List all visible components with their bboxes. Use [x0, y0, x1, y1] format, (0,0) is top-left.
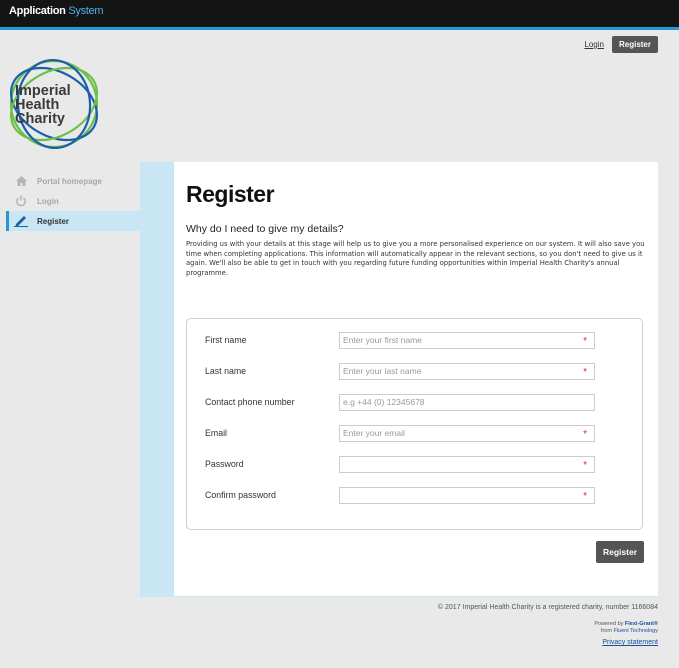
logo-line1: Imperial — [15, 83, 71, 99]
sidebar-item-register[interactable]: Register — [6, 211, 141, 231]
intro-paragraph: Providing us with your details at this s… — [186, 240, 645, 277]
logo-text: Imperial Health Charity — [15, 83, 71, 127]
password-input[interactable]: * — [339, 455, 595, 473]
email-input[interactable]: Enter your email * — [339, 424, 595, 442]
powered-by-text: Powered by — [594, 621, 624, 627]
phone-row: Contact phone number e.g +44 (0) 1234567… — [205, 393, 595, 411]
last-name-row: Last name Enter your last name * — [205, 362, 595, 380]
copyright-text: © 2017 Imperial Health Charity is a regi… — [437, 604, 658, 611]
header-links: Login Register — [584, 36, 658, 53]
fluent-technology-link[interactable]: Fluent Technology — [613, 628, 658, 634]
logo-line3: Charity — [15, 111, 65, 127]
email-placeholder: Enter your email — [343, 428, 405, 438]
phone-input[interactable]: e.g +44 (0) 12345678 — [339, 393, 595, 411]
pencil-icon — [13, 214, 29, 228]
sidebar-item-login[interactable]: Login — [6, 191, 141, 211]
required-marker: * — [583, 490, 587, 502]
phone-label: Contact phone number — [205, 397, 295, 407]
register-header-button[interactable]: Register — [611, 36, 658, 53]
powered-by: Powered by Flexi-Grant® from Fluent Tech… — [438, 621, 658, 635]
footer: © 2017 Imperial Health Charity is a regi… — [438, 604, 658, 646]
power-icon — [13, 194, 29, 208]
confirm-password-label: Confirm password — [205, 490, 276, 500]
flexi-grant-link[interactable]: Flexi-Grant® — [625, 621, 658, 627]
sidebar-nav: Portal homepage Login Register — [6, 171, 141, 231]
email-label: Email — [205, 428, 227, 438]
app-title: Application System — [9, 5, 104, 17]
required-marker: * — [583, 366, 587, 378]
sidebar-item-label: Register — [37, 216, 70, 226]
first-name-placeholder: Enter your first name — [343, 335, 422, 345]
required-marker: * — [583, 459, 587, 471]
login-link[interactable]: Login — [584, 40, 604, 49]
logo-line2: Health — [15, 97, 60, 113]
sidebar-item-label: Login — [37, 196, 59, 206]
from-text: from — [600, 628, 612, 634]
first-name-input[interactable]: Enter your first name * — [339, 331, 595, 349]
last-name-placeholder: Enter your last name — [343, 366, 422, 376]
confirm-password-input[interactable]: * — [339, 486, 595, 504]
last-name-input[interactable]: Enter your last name * — [339, 362, 595, 380]
last-name-label: Last name — [205, 366, 247, 376]
page-title: Register — [186, 181, 275, 207]
home-icon — [13, 174, 29, 188]
app-title-sub: System — [68, 5, 104, 17]
first-name-row: First name Enter your first name * — [205, 331, 595, 349]
confirm-password-row: Confirm password * — [205, 486, 595, 504]
register-submit-button[interactable]: Register — [596, 541, 645, 563]
password-label: Password — [205, 459, 244, 469]
phone-placeholder: e.g +44 (0) 12345678 — [343, 397, 425, 407]
password-row: Password * — [205, 455, 595, 473]
top-bar: Application System — [0, 0, 679, 30]
first-name-label: First name — [205, 335, 247, 345]
sidebar-item-label: Portal homepage — [37, 176, 102, 186]
why-heading: Why do I need to give my details? — [186, 223, 344, 235]
required-marker: * — [583, 428, 587, 440]
email-row: Email Enter your email * — [205, 424, 595, 442]
sidebar-item-portal-homepage[interactable]: Portal homepage — [6, 171, 141, 191]
required-marker: * — [583, 335, 587, 347]
privacy-statement-link[interactable]: Privacy statement — [438, 639, 658, 646]
app-title-main: Application — [9, 5, 66, 17]
